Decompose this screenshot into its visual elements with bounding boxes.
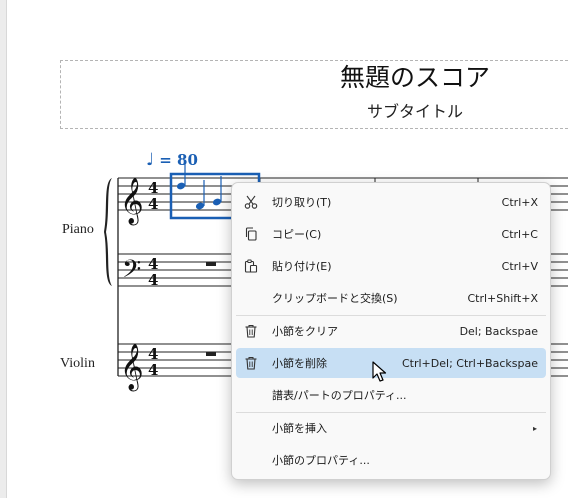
menu-item-shortcut: Ctrl+Del; Ctrl+Backspae <box>401 356 538 370</box>
paste-icon <box>244 259 258 273</box>
menu-item-label: 貼り付け(E) <box>272 260 332 273</box>
menu-item-paste[interactable]: 貼り付け(E) Ctrl+V <box>236 251 546 281</box>
svg-text:4: 4 <box>148 361 158 379</box>
menu-item-shortcut: Ctrl+C <box>501 227 538 241</box>
trash-icon <box>245 325 257 338</box>
svg-text:4: 4 <box>148 195 158 213</box>
scissors-icon <box>244 195 258 209</box>
menu-item-label: 小節のプロパティ... <box>272 454 370 467</box>
svg-text:4: 4 <box>148 271 158 289</box>
menu-item-shortcut: Ctrl+V <box>501 259 538 273</box>
menu-item-label: 小節をクリア <box>272 325 338 338</box>
menu-item-label: 小節を削除 <box>272 357 327 370</box>
treble-clef-icon: 𝄞 <box>120 344 144 392</box>
treble-clef-icon: 𝄞 <box>120 178 144 226</box>
menu-item-shortcut: Ctrl+Shift+X <box>467 291 538 305</box>
menu-item-swap-clipboard[interactable]: クリップボードと交換(S) Ctrl+Shift+X <box>236 283 546 313</box>
menu-item-label: 切り取り(T) <box>272 196 332 209</box>
menu-item-clear-measure[interactable]: 小節をクリア Del; Backspae <box>236 316 546 346</box>
menu-item-label: クリップボードと交換(S) <box>272 292 398 305</box>
menu-item-insert-measure[interactable]: 小節を挿入 ▸ <box>236 413 546 443</box>
bass-clef-icon: 𝄢 <box>122 255 141 290</box>
piano-brace-icon <box>104 178 112 286</box>
menu-item-cut[interactable]: 切り取り(T) Ctrl+X <box>236 187 546 217</box>
menu-item-shortcut: Ctrl+X <box>501 195 538 209</box>
menu-item-label: 小節を挿入 <box>272 422 327 435</box>
clefs: 𝄞 𝄢 𝄞 <box>120 178 144 392</box>
menu-item-label: 譜表/パートのプロパティ... <box>272 389 407 402</box>
menu-item-measure-properties[interactable]: 小節のプロパティ... <box>236 445 546 475</box>
menu-item-copy[interactable]: コピー(C) Ctrl+C <box>236 219 546 249</box>
copy-icon <box>245 227 257 241</box>
mouse-pointer-icon <box>372 361 387 382</box>
menu-item-label: コピー(C) <box>272 228 322 241</box>
time-signatures: 44 44 44 <box>148 179 158 379</box>
submenu-arrow-icon: ▸ <box>532 423 537 433</box>
menu-item-delete-measure[interactable]: 小節を削除 Ctrl+Del; Ctrl+Backspae <box>236 348 546 378</box>
whole-rest-piano-bass <box>206 262 216 266</box>
whole-rest-violin <box>206 352 216 356</box>
menu-item-shortcut: Del; Backspae <box>459 324 538 338</box>
trash-icon <box>245 357 257 370</box>
menu-item-staff-properties[interactable]: 譜表/パートのプロパティ... <box>236 380 546 410</box>
context-menu: 切り取り(T) Ctrl+X コピー(C) Ctrl+C 貼り付け(E) Ctr… <box>231 182 551 480</box>
